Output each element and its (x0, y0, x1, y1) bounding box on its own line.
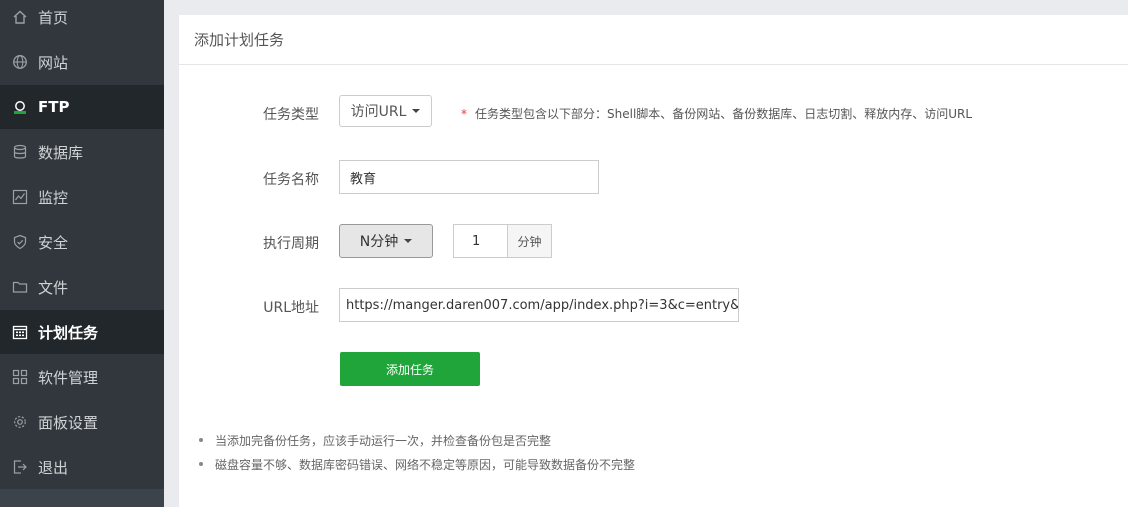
caret-down-icon (412, 109, 421, 113)
calendar-icon (12, 324, 28, 340)
bullet-icon (199, 438, 203, 442)
sidebar-item-home[interactable]: 首页 (0, 0, 164, 39)
task-type-select[interactable]: 访问URL (339, 95, 432, 127)
ftp-icon (12, 99, 28, 115)
sidebar-item-label: 安全 (38, 233, 69, 252)
cycle-label: 执行周期 (263, 236, 319, 252)
sidebar-item-files[interactable]: 文件 (0, 265, 164, 309)
task-name-label: 任务名称 (263, 172, 319, 188)
gear-icon (12, 414, 28, 430)
sidebar-item-security[interactable]: 安全 (0, 220, 164, 264)
grid-icon (12, 369, 28, 385)
add-cron-panel: 添加计划任务 任务类型 访问URL * 任务类型包含以下部分：Shell脚本、备份… (179, 15, 1128, 507)
sidebar-item-label: 监控 (38, 188, 69, 207)
sidebar-item-logout[interactable]: 退出 (0, 445, 164, 489)
url-input[interactable]: https://manger.daren007.com/app/index.ph… (339, 288, 739, 322)
database-icon (12, 144, 28, 160)
sidebar-item-label: 退出 (38, 458, 69, 477)
cycle-number-group: 1 分钟 (453, 224, 552, 258)
shield-icon (12, 234, 28, 250)
sidebar: 首页 网站 FTP 数据库 监控 安全 文件 计划任务 软件管理 面板设置 退出 (0, 0, 164, 507)
globe-icon (12, 54, 28, 70)
add-task-button[interactable]: 添加任务 (340, 352, 480, 386)
task-name-input[interactable]: 教育 (339, 160, 599, 194)
task-type-value: 访问URL (350, 104, 407, 120)
sidebar-item-label: FTP (38, 98, 70, 116)
task-type-hint-text: 任务类型包含以下部分：Shell脚本、备份网站、备份数据库、日志切割、释放内存、… (475, 107, 973, 121)
sidebar-item-label: 软件管理 (38, 368, 99, 387)
list-item: 磁盘容量不够、数据库密码错误、网络不稳定等原因，可能导致数据备份不完整 (199, 452, 635, 476)
bullet-icon (199, 462, 203, 466)
panel-title: 添加计划任务 (179, 15, 1128, 65)
monitor-icon (12, 189, 28, 205)
minutes-unit: 分钟 (508, 224, 552, 258)
sidebar-item-label: 首页 (38, 8, 69, 27)
cycle-value: N分钟 (359, 234, 399, 250)
url-label: URL地址 (263, 300, 319, 316)
sidebar-item-database[interactable]: 数据库 (0, 130, 164, 174)
required-star: * (461, 107, 467, 121)
sidebar-item-label: 文件 (38, 278, 69, 297)
sidebar-item-website[interactable]: 网站 (0, 40, 164, 84)
home-icon (12, 9, 28, 25)
list-item: 当添加完备份任务，应该手动运行一次，并检查备份包是否完整 (199, 428, 635, 452)
logout-icon (12, 459, 28, 475)
sidebar-item-monitor[interactable]: 监控 (0, 175, 164, 219)
folder-icon (12, 279, 28, 295)
sidebar-item-software[interactable]: 软件管理 (0, 355, 164, 399)
sidebar-item-cron[interactable]: 计划任务 (0, 310, 164, 354)
minutes-input[interactable]: 1 (453, 224, 508, 258)
task-type-label: 任务类型 (263, 107, 319, 123)
sidebar-item-label: 面板设置 (38, 413, 99, 432)
sidebar-item-label: 网站 (38, 53, 69, 72)
sidebar-item-ftp[interactable]: FTP (0, 85, 164, 129)
sidebar-item-label: 计划任务 (38, 323, 99, 342)
task-type-hint: * 任务类型包含以下部分：Shell脚本、备份网站、备份数据库、日志切割、释放内存… (461, 105, 972, 122)
help-notes: 当添加完备份任务，应该手动运行一次，并检查备份包是否完整 磁盘容量不够、数据库密… (199, 428, 635, 476)
sidebar-item-settings[interactable]: 面板设置 (0, 400, 164, 444)
caret-down-icon (404, 239, 413, 243)
sidebar-item-label: 数据库 (38, 143, 84, 162)
cycle-select[interactable]: N分钟 (339, 224, 433, 258)
sidebar-footer (0, 489, 164, 507)
